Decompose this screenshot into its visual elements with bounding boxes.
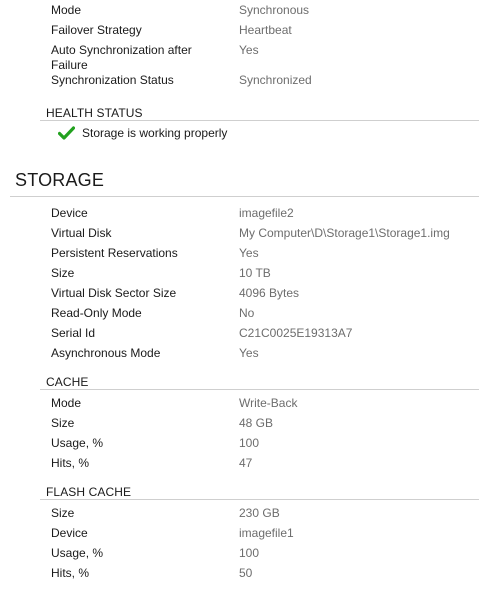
- flash-hits-label: Hits, %: [51, 566, 90, 580]
- health-status-heading: HEALTH STATUS: [46, 106, 143, 120]
- sector-size-label: Virtual Disk Sector Size: [51, 286, 177, 300]
- persistent-reservations-label: Persistent Reservations: [51, 246, 178, 260]
- device-label: Device: [51, 206, 88, 220]
- cache-usage-value: 100: [239, 436, 260, 450]
- async-mode-value: Yes: [239, 346, 259, 360]
- auto-sync-label-line1: Auto Synchronization after: [51, 43, 192, 57]
- cache-hits-value: 47: [239, 456, 253, 470]
- flash-device-value: imagefile1: [239, 526, 294, 540]
- sync-status-value: Synchronized: [239, 73, 312, 87]
- flash-size-label: Size: [51, 506, 75, 520]
- cache-size-label: Size: [51, 416, 75, 430]
- sector-size-value: 4096 Bytes: [239, 286, 300, 300]
- auto-sync-label-line2: Failure: [51, 58, 88, 72]
- mode-label: Mode: [51, 3, 82, 17]
- async-mode-label: Asynchronous Mode: [51, 346, 161, 360]
- storage-heading: STORAGE: [15, 170, 105, 190]
- flash-device-label: Device: [51, 526, 88, 540]
- cache-heading: CACHE: [46, 375, 89, 389]
- flash-usage-label: Usage, %: [51, 546, 104, 560]
- sync-status-label: Synchronization Status: [51, 73, 174, 87]
- cache-mode-label: Mode: [51, 396, 82, 410]
- virtual-disk-value: My Computer\D\Storage1\Storage1.img: [239, 226, 450, 240]
- flash-size-value: 230 GB: [239, 506, 280, 520]
- flash-cache-heading: FLASH CACHE: [46, 485, 132, 499]
- size-value: 10 TB: [239, 266, 271, 280]
- mode-value: Synchronous: [239, 3, 310, 17]
- read-only-label: Read-Only Mode: [51, 306, 142, 320]
- serial-id-label: Serial Id: [51, 326, 96, 340]
- read-only-value: No: [239, 306, 255, 320]
- failover-strategy-value: Heartbeat: [239, 23, 292, 37]
- checkmark-icon: [58, 126, 75, 140]
- flash-usage-value: 100: [239, 546, 260, 560]
- health-divider: [40, 120, 479, 121]
- storage-divider: [10, 196, 479, 197]
- virtual-disk-label: Virtual Disk: [51, 226, 112, 240]
- auto-sync-value: Yes: [239, 43, 259, 57]
- cache-usage-label: Usage, %: [51, 436, 104, 450]
- size-label: Size: [51, 266, 75, 280]
- cache-divider: [40, 389, 479, 390]
- device-value: imagefile2: [239, 206, 294, 220]
- persistent-reservations-value: Yes: [239, 246, 259, 260]
- flash-cache-divider: [40, 499, 479, 500]
- serial-id-value: C21C0025E19313A7: [239, 326, 353, 340]
- cache-size-value: 48 GB: [239, 416, 274, 430]
- flash-hits-value: 50: [239, 566, 253, 580]
- health-status-row: Storage is working properly: [58, 124, 227, 142]
- cache-mode-value: Write-Back: [239, 396, 298, 410]
- failover-strategy-label: Failover Strategy: [51, 23, 142, 37]
- cache-hits-label: Hits, %: [51, 456, 90, 470]
- health-status-text: Storage is working properly: [82, 126, 228, 140]
